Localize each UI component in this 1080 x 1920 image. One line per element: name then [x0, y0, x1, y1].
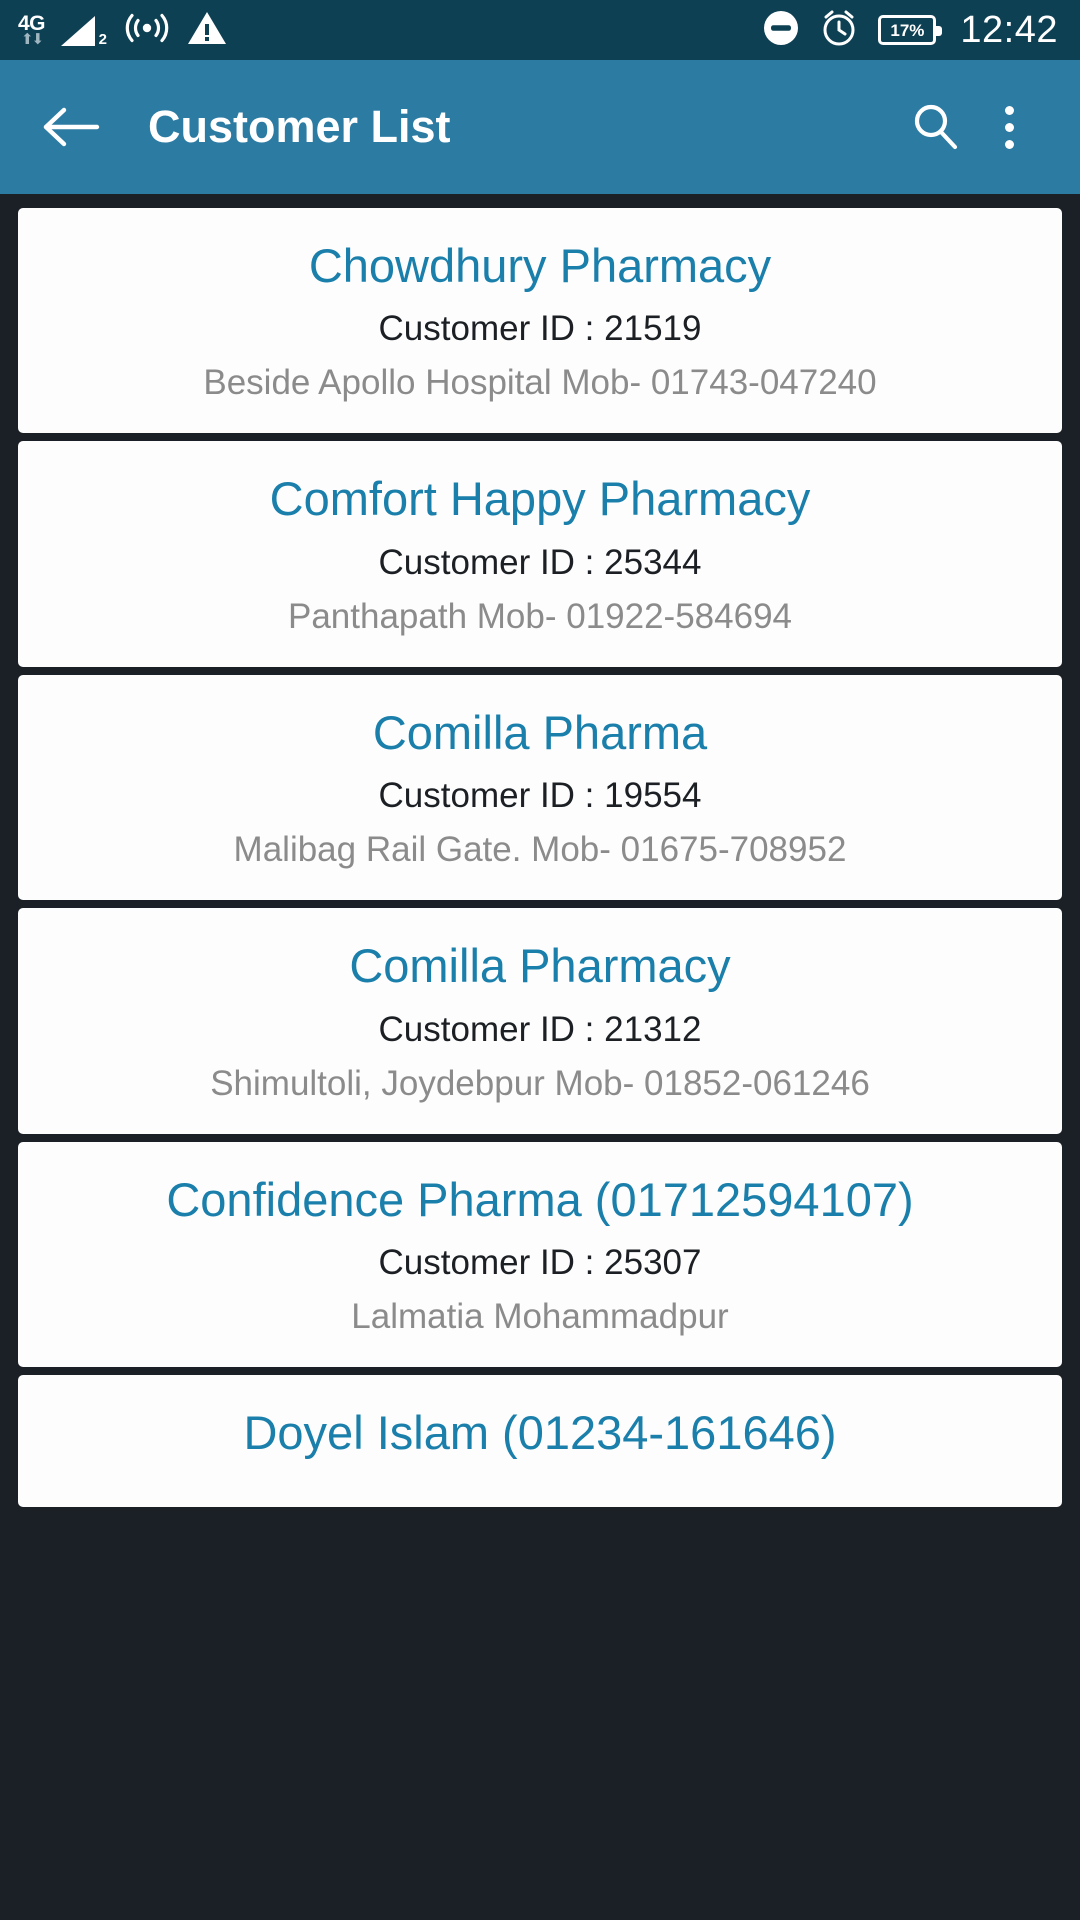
customer-card[interactable]: Confidence Pharma (01712594107) Customer…	[18, 1141, 1062, 1368]
4g-data-icon: 4G ⬆⬇	[18, 13, 46, 48]
customer-id: Customer ID : 19554	[378, 776, 702, 816]
page-title: Customer List	[148, 101, 451, 152]
search-button[interactable]	[898, 90, 972, 164]
status-bar-left-icons: 4G ⬆⬇ 2	[18, 10, 227, 51]
customer-name: Confidence Pharma (01712594107)	[166, 1172, 914, 1226]
battery-icon: 17%	[878, 15, 943, 45]
customer-id: Customer ID : 21519	[378, 309, 702, 349]
customer-address: Beside Apollo Hospital Mob- 01743-047240	[203, 363, 877, 403]
alarm-clock-icon	[820, 8, 858, 53]
customer-card[interactable]: Doyel Islam (01234-161646)	[18, 1375, 1062, 1507]
customer-card[interactable]: Chowdhury Pharmacy Customer ID : 21519 B…	[18, 208, 1062, 434]
back-button[interactable]	[38, 94, 104, 160]
customer-address: Malibag Rail Gate. Mob- 01675-708952	[233, 830, 847, 870]
customer-card[interactable]: Comilla Pharmacy Customer ID : 21312 Shi…	[18, 908, 1062, 1134]
search-icon	[914, 104, 958, 150]
warning-triangle-icon	[187, 10, 227, 51]
signal-bars-icon: 2	[61, 12, 107, 48]
customer-address: Shimultoli, Joydebpur Mob- 01852-061246	[210, 1063, 870, 1103]
overflow-menu-button[interactable]	[972, 90, 1046, 164]
customer-id: Customer ID : 25344	[378, 542, 702, 582]
customer-card[interactable]: Comfort Happy Pharmacy Customer ID : 253…	[18, 441, 1062, 667]
battery-percent-label: 17%	[890, 20, 925, 40]
customer-list[interactable]: Chowdhury Pharmacy Customer ID : 21519 B…	[0, 194, 1080, 1920]
arrow-left-icon	[43, 107, 100, 147]
status-bar-clock: 12:42	[960, 8, 1058, 51]
more-vertical-icon	[1004, 105, 1014, 149]
customer-name: Doyel Islam (01234-161646)	[243, 1406, 837, 1460]
customer-name: Chowdhury Pharmacy	[308, 239, 772, 292]
status-bar-right-icons: 17% 12:42	[762, 8, 1058, 53]
app-bar: Customer List	[0, 60, 1080, 194]
sim-slot-label: 2	[98, 31, 108, 48]
data-transfer-arrows-icon: ⬆⬇	[20, 31, 44, 48]
customer-id: Customer ID : 25307	[378, 1243, 702, 1283]
do-not-disturb-icon	[762, 9, 800, 52]
customer-id: Customer ID : 21312	[378, 1009, 702, 1049]
customer-address: Panthapath Mob- 01922-584694	[287, 596, 792, 636]
hotspot-icon	[123, 11, 171, 50]
signal-triangle	[61, 16, 96, 46]
customer-name: Comfort Happy Pharmacy	[269, 472, 811, 526]
customer-card[interactable]: Comilla Pharma Customer ID : 19554 Malib…	[18, 674, 1062, 901]
customer-name: Comilla Pharma	[372, 705, 708, 759]
customer-name: Comilla Pharmacy	[349, 939, 731, 993]
customer-address: Lalmatia Mohammadpur	[351, 1297, 729, 1337]
status-bar: 4G ⬆⬇ 2 17% 12:42	[0, 0, 1080, 60]
